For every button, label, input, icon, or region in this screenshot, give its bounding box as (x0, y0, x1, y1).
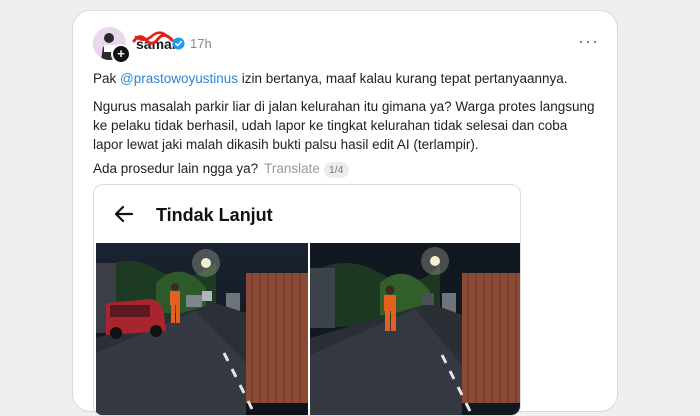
mention-link[interactable]: @prastowoyustinus (120, 71, 238, 86)
timestamp: 17h (190, 36, 212, 51)
back-arrow-icon (114, 205, 134, 223)
attached-image[interactable]: Tindak Lanjut (93, 184, 521, 416)
text-suffix: izin bertanya, maaf kalau kurang tepat p… (238, 71, 568, 86)
street-photo-right (310, 243, 520, 415)
post-text-line1: Pak @prastowoyustinus izin bertanya, maa… (93, 69, 598, 88)
embed-title: Tindak Lanjut (156, 205, 273, 225)
image-counter: 1/4 (323, 162, 349, 178)
follow-button[interactable]: + (111, 44, 131, 64)
post-text-body: Ngurus masalah parkir liar di jalan kelu… (93, 99, 595, 152)
translate-link[interactable]: Translate (264, 161, 320, 176)
street-photo-left (96, 243, 308, 415)
text-prefix: Pak (93, 71, 121, 86)
more-options-button[interactable]: ··· (578, 32, 599, 50)
redaction-scribble (132, 31, 174, 45)
verified-icon (172, 37, 185, 50)
question-text: Ada prosedur lain ngga ya? (93, 161, 259, 176)
post-text-line3: Ada prosedur lain ngga ya? Translate 1/4 (93, 159, 598, 178)
